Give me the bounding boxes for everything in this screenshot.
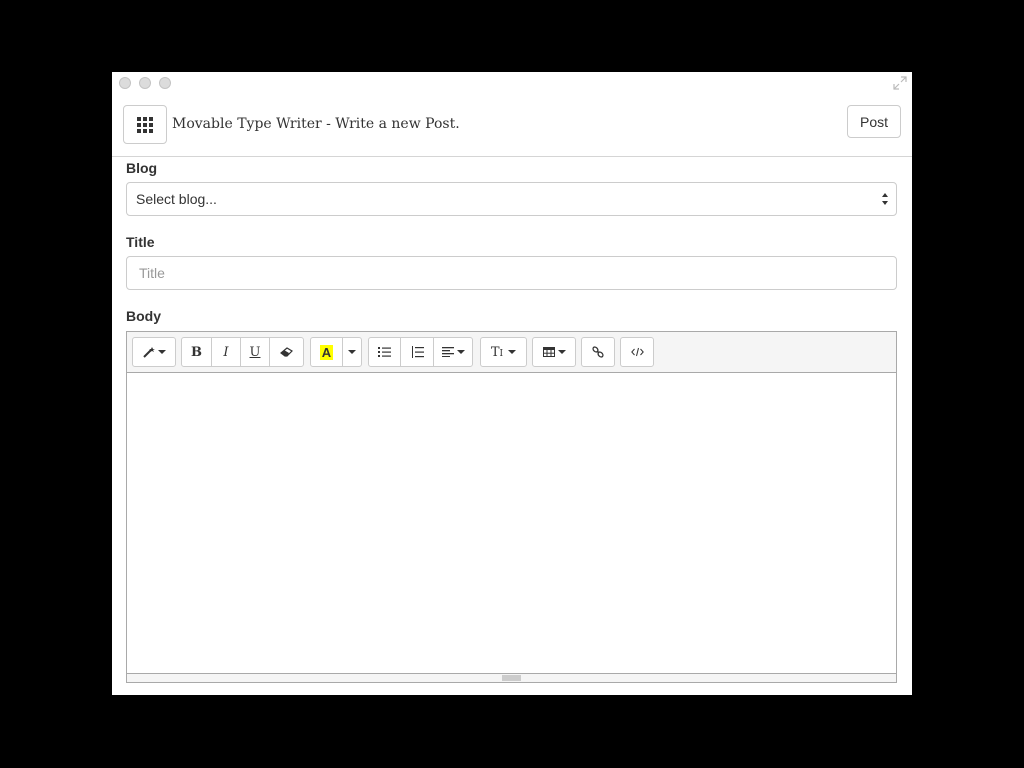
editor-statusbar — [127, 673, 896, 682]
title-input[interactable] — [126, 256, 897, 290]
chevron-down-icon — [508, 350, 517, 354]
unordered-list-button[interactable] — [368, 337, 401, 367]
blog-select[interactable]: Select blog... — [126, 182, 897, 216]
body-label: Body — [126, 308, 161, 324]
page-title: Movable Type Writer - Write a new Post. — [172, 116, 460, 132]
code-group — [620, 337, 654, 367]
clear-format-button[interactable] — [269, 337, 304, 367]
chevron-down-icon — [456, 350, 465, 354]
font-size-small-icon: I — [499, 348, 504, 359]
align-dropdown-button[interactable] — [433, 337, 473, 367]
unordered-list-icon — [378, 347, 391, 357]
paragraph-group — [368, 337, 473, 367]
table-dropdown-button[interactable] — [532, 337, 576, 367]
style-dropdown-button[interactable] — [132, 337, 176, 367]
font-size-icon: T — [490, 344, 500, 360]
color-group: A — [310, 337, 362, 367]
highlight-color-icon: A — [319, 344, 334, 360]
text-color-button[interactable]: A — [310, 337, 343, 367]
font-size-dropdown-button[interactable]: T I — [480, 337, 527, 367]
title-label: Title — [126, 234, 155, 250]
bold-button[interactable]: B — [181, 337, 212, 367]
app-window: Movable Type Writer - Write a new Post. … — [112, 72, 912, 695]
zoom-window-button[interactable] — [159, 77, 171, 89]
rich-text-editor: B I U A T I — [126, 331, 897, 683]
grid-icon — [137, 116, 153, 133]
close-window-button[interactable] — [119, 77, 131, 89]
underline-button[interactable]: U — [240, 337, 270, 367]
format-group: B I U — [181, 337, 304, 367]
font-size-group: T I — [480, 337, 527, 367]
ordered-list-button[interactable] — [400, 337, 434, 367]
ordered-list-icon — [411, 346, 424, 358]
chevron-down-icon — [157, 350, 166, 354]
insert-link-button[interactable] — [581, 337, 615, 367]
eraser-icon — [280, 347, 293, 357]
chevron-down-icon — [348, 350, 356, 354]
editor-resize-handle[interactable] — [502, 675, 521, 681]
table-icon — [542, 347, 555, 357]
italic-button[interactable]: I — [211, 337, 241, 367]
fullscreen-icon[interactable] — [893, 76, 907, 90]
magic-wand-icon — [142, 347, 155, 358]
select-arrows-icon — [882, 193, 888, 205]
link-icon — [592, 346, 604, 358]
body-editable-area[interactable] — [127, 373, 896, 673]
blog-label: Blog — [126, 160, 158, 176]
window-titlebar — [112, 72, 912, 94]
post-button[interactable]: Post — [847, 105, 901, 138]
editor-toolbar: B I U A T I — [127, 332, 896, 373]
minimize-window-button[interactable] — [139, 77, 151, 89]
blog-select-value: Select blog... — [136, 191, 217, 207]
code-view-icon — [630, 347, 644, 357]
table-group — [532, 337, 576, 367]
color-dropdown-button[interactable] — [342, 337, 362, 367]
app-menu-button[interactable] — [123, 105, 167, 144]
app-header: Movable Type Writer - Write a new Post. … — [112, 94, 912, 157]
align-left-icon — [441, 347, 454, 357]
style-group — [132, 337, 176, 367]
chevron-down-icon — [557, 350, 566, 354]
link-group — [581, 337, 615, 367]
code-view-button[interactable] — [620, 337, 654, 367]
